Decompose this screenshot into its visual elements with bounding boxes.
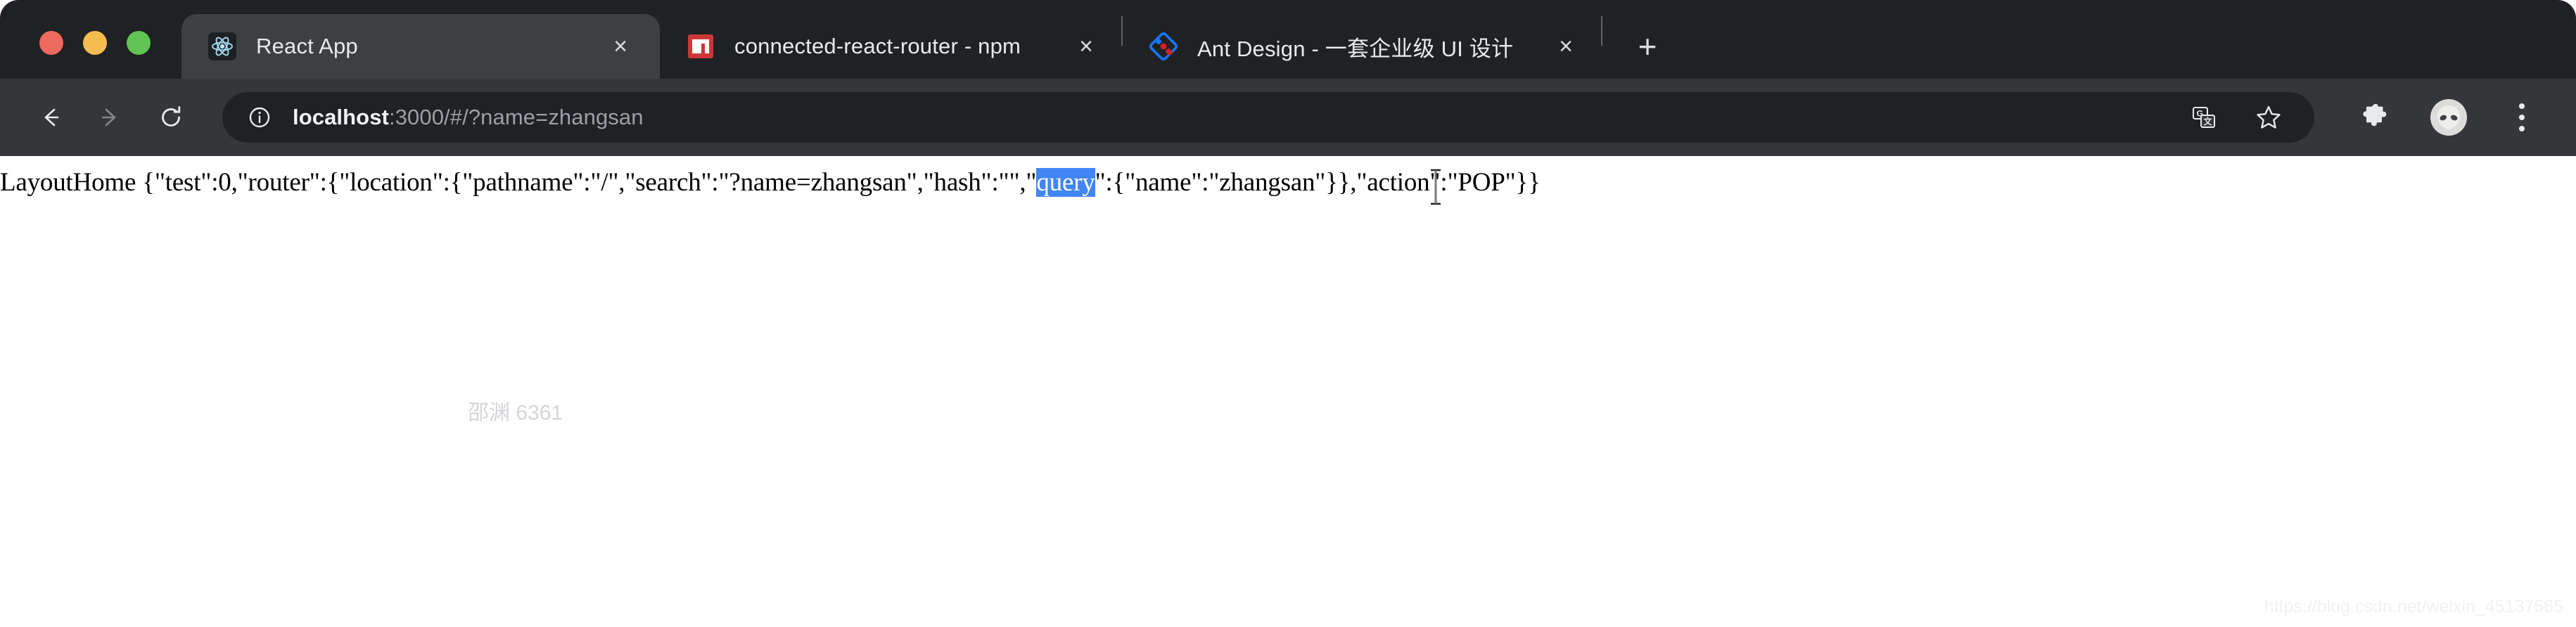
toolbar-actions: [2326, 94, 2545, 141]
url-host: localhost: [293, 105, 389, 129]
browser-tab-bar: React App × connected-react-router - npm…: [0, 0, 2576, 79]
react-icon: [207, 31, 238, 62]
tab-strip: React App × connected-react-router - npm…: [181, 0, 1667, 79]
selected-text[interactable]: query: [1036, 168, 1095, 197]
address-bar[interactable]: localhost:3000/#/?name=zhangsan G 文: [222, 92, 2314, 143]
avatar[interactable]: [2425, 94, 2472, 141]
close-tab-button[interactable]: ×: [605, 31, 636, 62]
info-circle-icon[interactable]: [246, 104, 273, 131]
tab-ant-design[interactable]: Ant Design - 一套企业级 UI 设计 ×: [1123, 14, 1601, 79]
url-path: :3000/#/?name=zhangsan: [388, 105, 644, 129]
page-viewport: LayoutHome {"test":0,"router":{"location…: [0, 156, 2576, 627]
omnibox-actions: G 文: [2161, 96, 2290, 139]
tab-title: React App: [256, 34, 358, 58]
router-state-text[interactable]: LayoutHome {"test":0,"router":{"location…: [0, 167, 1541, 198]
extensions-puzzle-icon[interactable]: [2352, 94, 2399, 141]
tab-title: connected-react-router - npm: [734, 34, 1021, 58]
tab-react-app[interactable]: React App ×: [181, 14, 660, 79]
chrome-menu-button[interactable]: [2499, 94, 2545, 141]
tab-connected-react-router-npm[interactable]: connected-react-router - npm ×: [660, 14, 1121, 79]
router-state-suffix: ":{"name":"zhangsan"}},"action":"POP"}}: [1095, 168, 1541, 197]
back-button[interactable]: [28, 96, 72, 139]
kebab-menu-icon: [2519, 103, 2525, 131]
star-icon[interactable]: [2247, 96, 2290, 139]
tab-title: Ant Design - 一套企业级 UI 设计: [1197, 36, 1514, 61]
svg-text:文: 文: [2204, 116, 2213, 127]
antdesign-icon: [1148, 31, 1179, 62]
new-tab-button[interactable]: +: [1628, 27, 1667, 66]
forward-button[interactable]: [89, 96, 132, 139]
npm-icon: [685, 31, 716, 62]
url-text: localhost:3000/#/?name=zhangsan: [293, 105, 644, 130]
browser-window: React App × connected-react-router - npm…: [0, 0, 2576, 627]
watermark-source-url: https://blog.csdn.net/weixin_45137565: [2264, 597, 2563, 616]
browser-toolbar: localhost:3000/#/?name=zhangsan G 文: [0, 79, 2576, 156]
reload-button[interactable]: [149, 96, 193, 139]
close-window-button[interactable]: [39, 31, 63, 55]
close-tab-button[interactable]: ×: [1550, 31, 1581, 62]
close-tab-button[interactable]: ×: [1071, 31, 1102, 62]
profile-avatar-image: [2430, 99, 2467, 136]
router-state-prefix: LayoutHome {"test":0,"router":{"location…: [0, 168, 1037, 197]
translate-icon[interactable]: G 文: [2182, 96, 2226, 139]
maximize-window-button[interactable]: [127, 31, 151, 55]
window-controls: [39, 31, 151, 55]
watermark-author: 邵渊 6361: [468, 401, 563, 425]
tab-separator: [1601, 16, 1602, 46]
minimize-window-button[interactable]: [83, 31, 107, 55]
